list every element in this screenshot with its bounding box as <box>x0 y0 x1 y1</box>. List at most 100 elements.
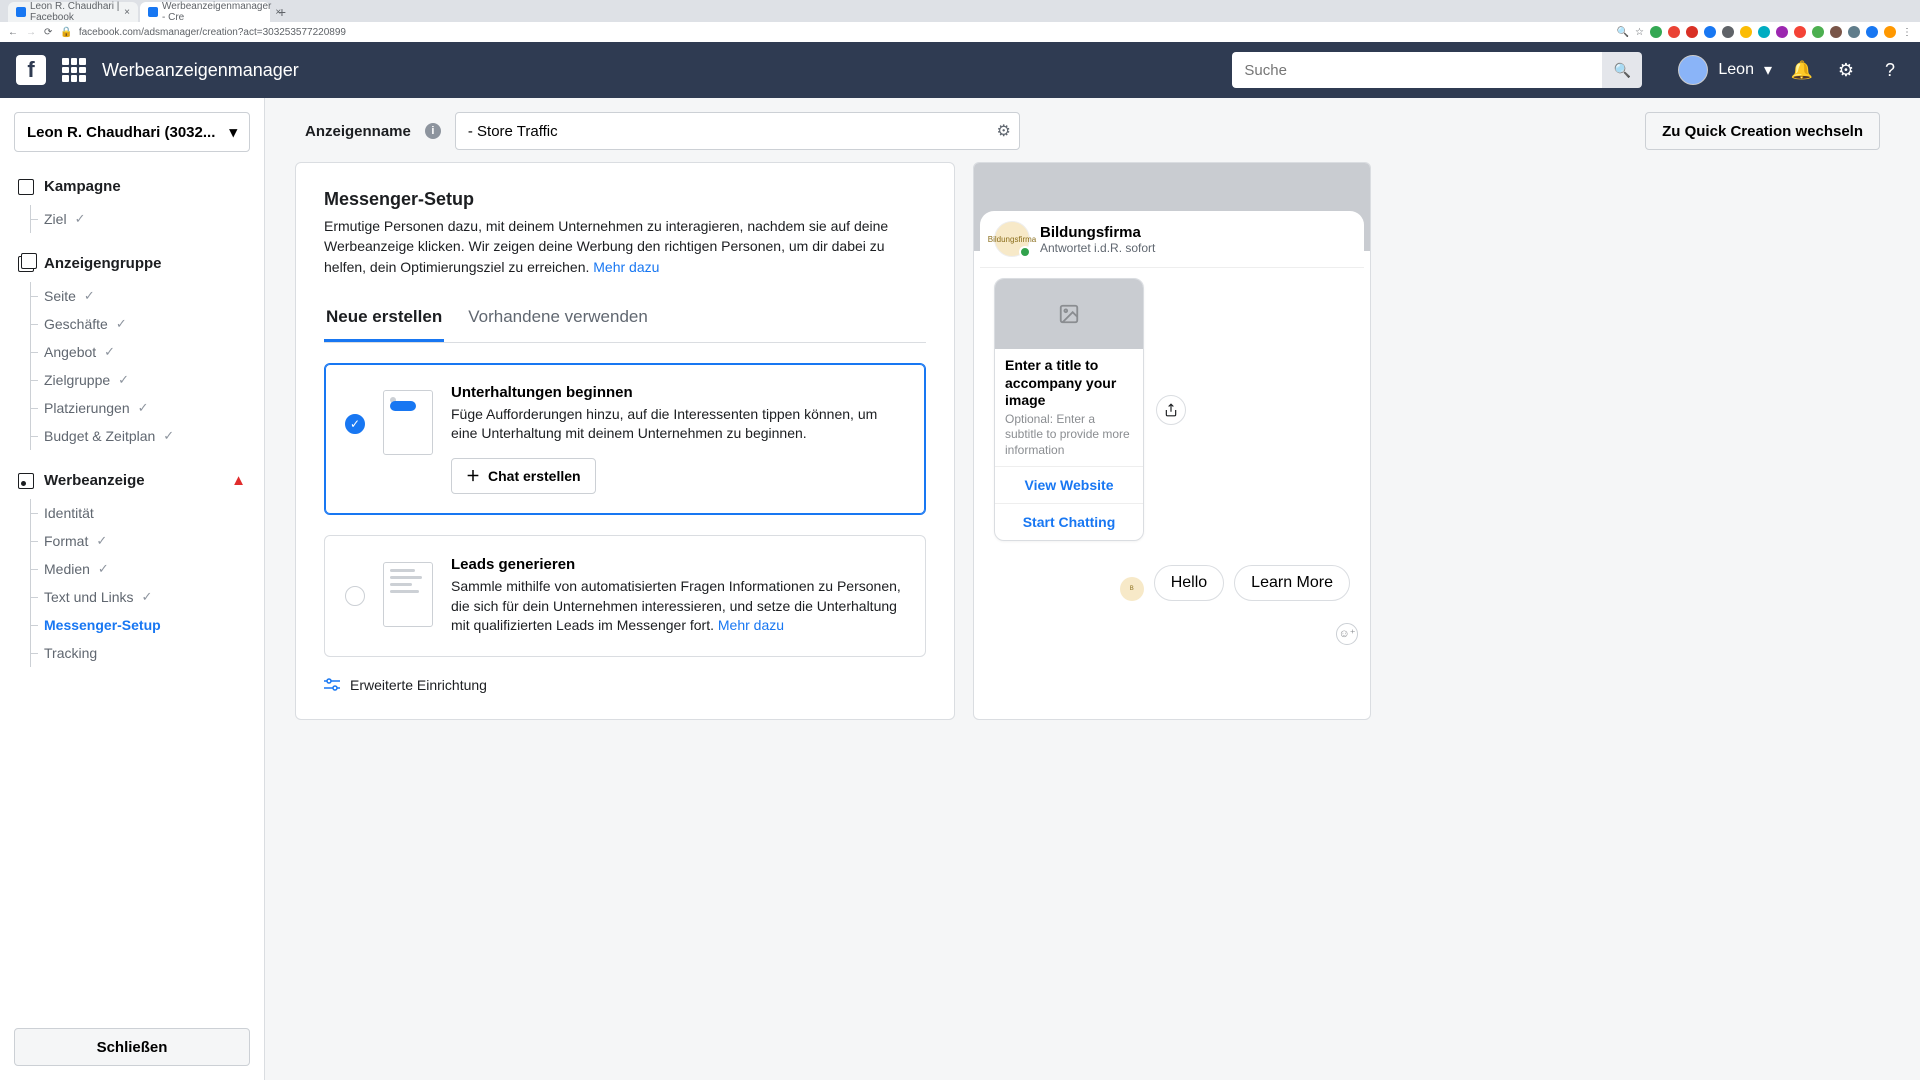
check-icon: ✓ <box>98 561 109 577</box>
tab-title: Werbeanzeigenmanager - Cre <box>162 1 271 23</box>
address-bar[interactable]: facebook.com/adsmanager/creation?act=303… <box>79 27 346 38</box>
image-icon <box>18 473 34 489</box>
nav-item-zielgruppe[interactable]: Zielgruppe✓ <box>0 366 264 394</box>
browser-tab-1[interactable]: Werbeanzeigenmanager - Cre × <box>140 2 270 22</box>
nav-item-format[interactable]: Format✓ <box>0 527 264 555</box>
view-website-button[interactable]: View Website <box>995 466 1143 503</box>
more-link[interactable]: Mehr dazu <box>718 617 784 633</box>
sliders-icon <box>324 678 340 692</box>
check-icon: ✓ <box>142 589 153 605</box>
extension-icon[interactable] <box>1740 26 1752 38</box>
page-avatar-small: B <box>1120 577 1144 601</box>
option-unterhaltungen[interactable]: ✓ Unterhaltungen beginnen Füge Aufforder… <box>324 363 926 515</box>
messenger-setup-panel: Messenger-Setup Ermutige Personen dazu, … <box>295 162 955 720</box>
notifications-icon[interactable]: 🔔 <box>1788 60 1816 81</box>
forward-icon[interactable]: → <box>26 27 36 38</box>
account-selector[interactable]: Leon R. Chaudhari (3032... ▾ <box>14 112 250 152</box>
nav-item-messenger-setup[interactable]: Messenger-Setup <box>0 611 264 639</box>
online-status-icon <box>1019 246 1031 258</box>
nav-item-medien[interactable]: Medien✓ <box>0 555 264 583</box>
nav-section-kampagne[interactable]: Kampagne <box>0 168 264 205</box>
advanced-setup-link[interactable]: Erweiterte Einrichtung <box>324 677 926 693</box>
chevron-down-icon[interactable]: ▾ <box>1764 60 1772 80</box>
ad-name-input[interactable] <box>464 123 997 140</box>
extension-icon[interactable] <box>1848 26 1860 38</box>
extension-icon[interactable] <box>1776 26 1788 38</box>
menu-icon[interactable]: ⋮ <box>1902 27 1912 38</box>
quick-creation-button[interactable]: Zu Quick Creation wechseln <box>1645 112 1880 150</box>
stack-icon <box>18 256 34 272</box>
search-button[interactable]: 🔍 <box>1602 52 1642 88</box>
extension-icon[interactable] <box>1704 26 1716 38</box>
quick-reply-hello[interactable]: Hello <box>1154 565 1224 601</box>
extension-icon[interactable] <box>1758 26 1770 38</box>
check-icon: ✓ <box>104 344 115 360</box>
nav-item-budget[interactable]: Budget & Zeitplan✓ <box>0 422 264 450</box>
nav-item-seite[interactable]: Seite✓ <box>0 282 264 310</box>
startumors-chatting-button[interactable]: Start Chatting <box>995 503 1143 540</box>
check-icon: ✓ <box>84 288 95 304</box>
share-icon[interactable] <box>1156 395 1186 425</box>
facebook-logo[interactable]: f <box>16 55 46 85</box>
nav-item-geschaefte[interactable]: Geschäfte✓ <box>0 310 264 338</box>
option-leads[interactable]: Leads generieren Sammle mithilfe von aut… <box>324 535 926 657</box>
facebook-topbar: f Werbeanzeigenmanager 🔍 Leon ▾ 🔔 ⚙ ? <box>0 42 1920 98</box>
extension-icon[interactable] <box>1794 26 1806 38</box>
nav-section-werbeanzeige[interactable]: Werbeanzeige ▲ <box>0 462 264 499</box>
app-title: Werbeanzeigenmanager <box>102 60 299 81</box>
nav-item-ziel[interactable]: Ziel ✓ <box>0 205 264 233</box>
user-name: Leon <box>1718 61 1754 79</box>
extension-icon[interactable] <box>1668 26 1680 38</box>
section-description: Ermutige Personen dazu, mit deinem Unter… <box>324 216 926 277</box>
preview-card-subtitle: Optional: Enter a subtitle to provide mo… <box>1005 412 1133 459</box>
option-description: Sammle mithilfe von automatisierten Frag… <box>451 577 905 636</box>
extension-icon[interactable] <box>1812 26 1824 38</box>
check-icon: ✓ <box>138 400 149 416</box>
more-link[interactable]: Mehr dazu <box>593 259 659 275</box>
plus-icon: ＋ <box>466 466 480 486</box>
close-button[interactable]: Schließen <box>14 1028 250 1066</box>
emoji-add-icon[interactable]: ☺⁺ <box>1336 623 1358 645</box>
star-icon[interactable]: ☆ <box>1635 27 1644 38</box>
browser-chrome: Leon R. Chaudhari | Facebook × Werbeanze… <box>0 0 1920 42</box>
account-label: Leon R. Chaudhari (3032... <box>27 124 215 141</box>
preview-panel: Bildungsfirma Bildungsfirma Antwortet i.… <box>973 162 1371 720</box>
search-input[interactable] <box>1232 52 1602 88</box>
apps-grid-icon[interactable] <box>62 58 86 82</box>
extension-icon[interactable] <box>1866 26 1878 38</box>
zoom-icon[interactable]: 🔍 <box>1617 27 1629 38</box>
tab-title: Leon R. Chaudhari | Facebook <box>30 1 120 23</box>
check-icon: ✓ <box>163 428 174 444</box>
reload-icon[interactable]: ⟳ <box>44 27 52 38</box>
quick-reply-learn-more[interactable]: Learn More <box>1234 565 1350 601</box>
tab-neue-erstellen[interactable]: Neue erstellen <box>324 297 444 342</box>
nav-section-anzeigengruppe[interactable]: Anzeigengruppe <box>0 245 264 282</box>
nav-item-angebot[interactable]: Angebot✓ <box>0 338 264 366</box>
leads-illustration-icon <box>383 562 433 627</box>
search-icon: 🔍 <box>1614 62 1631 79</box>
check-icon: ✓ <box>116 316 127 332</box>
extension-icon[interactable] <box>1884 26 1896 38</box>
browser-tab-0[interactable]: Leon R. Chaudhari | Facebook × <box>8 2 138 22</box>
extension-icon[interactable] <box>1650 26 1662 38</box>
back-icon[interactable]: ← <box>8 27 18 38</box>
extension-icon[interactable] <box>1722 26 1734 38</box>
tab-vorhandene-verwenden[interactable]: Vorhandene verwenden <box>466 297 650 342</box>
extension-icon[interactable] <box>1686 26 1698 38</box>
create-chat-button[interactable]: ＋ Chat erstellen <box>451 458 596 494</box>
close-icon[interactable]: × <box>124 7 130 18</box>
info-icon[interactable]: i <box>425 123 441 139</box>
sidebar: Leon R. Chaudhari (3032... ▾ Kampagne Zi… <box>0 98 265 1080</box>
nav-item-identitaet[interactable]: Identität <box>0 499 264 527</box>
extension-icon[interactable] <box>1830 26 1842 38</box>
avatar[interactable] <box>1678 55 1708 85</box>
nav-item-platzierungen[interactable]: Platzierungen✓ <box>0 394 264 422</box>
help-icon[interactable]: ? <box>1876 60 1904 81</box>
preview-message-card: Enter a title to accompany your image Op… <box>994 278 1144 541</box>
gear-icon[interactable]: ⚙ <box>997 121 1011 141</box>
nav-item-tracking[interactable]: Tracking <box>0 639 264 667</box>
settings-icon[interactable]: ⚙ <box>1832 60 1860 81</box>
new-tab-button[interactable]: + <box>272 2 292 22</box>
chevron-down-icon: ▾ <box>229 123 237 141</box>
nav-item-text-links[interactable]: Text und Links✓ <box>0 583 264 611</box>
